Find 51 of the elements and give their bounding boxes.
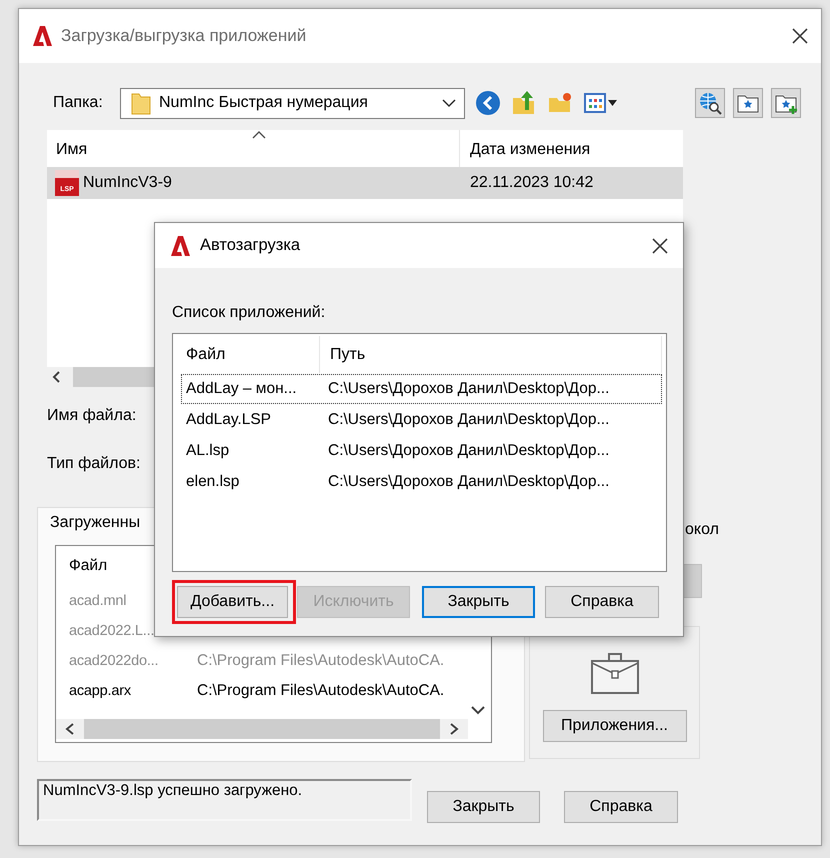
column-header[interactable]: Имя (47, 141, 88, 167)
scroll-down-icon[interactable] (471, 705, 485, 715)
file-name: acad2022.L... (69, 623, 156, 639)
dialog-button[interactable]: Добавить... (177, 586, 288, 618)
folder-label: Папка: (53, 94, 104, 112)
dialog-button[interactable]: Справка (545, 586, 659, 618)
window-title: Загрузка/выгрузка приложений (61, 26, 308, 46)
folder-up-icon[interactable] (511, 90, 537, 116)
file-path: C:\Program Files\Autodesk\AutoCA. (197, 682, 444, 700)
scroll-right-icon (448, 722, 460, 736)
folder-icon (131, 91, 151, 115)
folder-dropdown[interactable]: NumInc Быстрая нумерация (120, 88, 465, 118)
column-header[interactable]: Дата изменения (460, 141, 590, 167)
chevron-down-icon[interactable] (442, 98, 456, 108)
file-date: 22.11.2023 10:42 (469, 174, 594, 192)
file-path: C:\Program Files\Autodesk\AutoCA. (197, 652, 444, 670)
briefcase-icon (590, 652, 638, 694)
file-name: acapp.arx (69, 683, 132, 699)
column-header[interactable]: Путь (320, 346, 366, 364)
applications-button[interactable]: Приложения... (542, 710, 686, 742)
field-label: Имя файла: (47, 407, 136, 426)
dialog-title: Автозагрузка (200, 236, 302, 255)
option-label: окол (685, 521, 719, 540)
list-label: Список приложений: (172, 304, 326, 322)
view-menu-icon[interactable] (583, 91, 619, 115)
close-button[interactable]: Закрыть (427, 791, 540, 823)
file-name: acad2022do... (69, 653, 160, 669)
add-folder-star-button[interactable] (771, 88, 801, 118)
scroll-left-icon (64, 722, 76, 736)
status-message: NumIncV3-9.lsp успешно загружено. (37, 779, 412, 821)
close-icon[interactable] (791, 27, 809, 45)
list-row[interactable]: AddLay.LSP C:\Users\Дорохов Данил\Desktop\Дор... (181, 405, 662, 435)
list-row[interactable]: elen.lsp C:\Users\Дорохов Данил\Desktop\Дор... (181, 467, 662, 497)
close-icon[interactable] (651, 236, 669, 254)
list-row[interactable]: AL.lsp C:\Users\Дорохов Данил\Desktop\Дор... (181, 436, 662, 466)
app-logo-icon (31, 25, 53, 47)
dialog-button[interactable]: Закрыть (422, 586, 535, 618)
app-logo-icon (169, 234, 191, 256)
back-icon[interactable] (475, 90, 501, 116)
globe-search-button[interactable] (695, 88, 725, 118)
file-name: NumIncV3-9 (83, 174, 172, 192)
sort-caret-icon (252, 130, 266, 139)
folder-star-button[interactable] (733, 88, 763, 118)
scrollbar-thumb[interactable] (73, 367, 157, 387)
list-row[interactable]: acapp.arx C:\Program Files\Autodesk\AutoCA. (56, 676, 491, 706)
tab-label: Загруженны (50, 514, 142, 532)
list-row[interactable]: AddLay – мон... C:\Users\Дорохов Данил\Desktop\Дор... (181, 374, 662, 404)
column-header[interactable]: Файл (69, 557, 108, 575)
help-button[interactable]: Справка (564, 791, 678, 823)
column-header[interactable]: Файл (186, 346, 226, 364)
field-label: Тип файлов: (47, 455, 140, 474)
